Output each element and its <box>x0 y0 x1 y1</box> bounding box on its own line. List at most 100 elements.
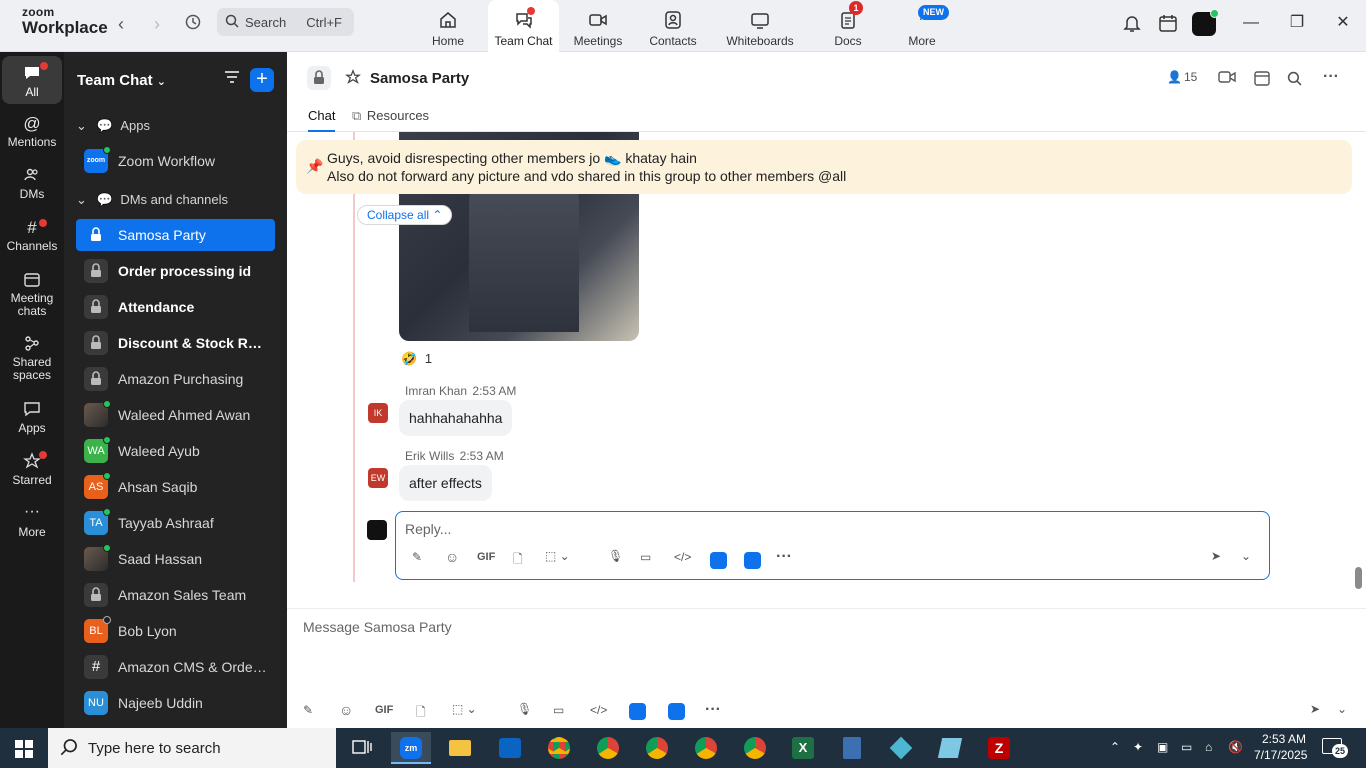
tray-app-icon[interactable]: ✦ <box>1133 740 1143 754</box>
search-box[interactable]: Search Ctrl+F <box>217 8 354 36</box>
send-icon[interactable]: ➤ <box>1211 549 1221 563</box>
app-icon-2[interactable] <box>668 703 685 720</box>
section-apps[interactable]: ⌄ 💬 Apps <box>76 118 150 134</box>
tab-chat[interactable]: Chat <box>308 108 336 132</box>
filter-icon[interactable] <box>224 69 240 90</box>
search-icon[interactable] <box>1287 71 1302 89</box>
sidebar-item[interactable]: WA Waleed Ayub <box>76 435 275 467</box>
notification-center-icon[interactable]: 25 <box>1322 738 1348 758</box>
video-clip-icon[interactable]: ▭ <box>640 550 651 564</box>
sidebar-item[interactable]: # Amazon CMS & OrderA... <box>76 651 275 683</box>
rail-meeting-chats[interactable]: Meeting chats <box>2 270 62 318</box>
message-author[interactable]: Erik Wills <box>405 449 454 463</box>
message-composer[interactable]: Message Samosa Party ✎ ☺ GIF 🗋 ⬚ ⌄ 🎙 ▭ <… <box>287 608 1366 728</box>
message-bubble[interactable]: after effects <box>399 465 492 501</box>
section-dms-channels[interactable]: ⌄ 💬 DMs and channels <box>76 192 228 208</box>
send-options-chevron-icon[interactable]: ⌄ <box>1241 549 1251 563</box>
message-bubble[interactable]: hahhahahahha <box>399 400 513 436</box>
collapse-all-button[interactable]: Collapse all ⌃ <box>357 205 453 225</box>
sidebar-item[interactable]: Amazon Purchasing <box>76 363 275 395</box>
code-icon[interactable]: </> <box>674 550 691 564</box>
tab-meetings[interactable]: Meetings <box>569 0 627 52</box>
tab-contacts[interactable]: Contacts <box>645 0 701 52</box>
notification-bell-icon[interactable] <box>1121 12 1145 36</box>
sidebar-item[interactable]: Order processing id <box>76 255 275 287</box>
filezilla-icon[interactable]: Z <box>979 732 1019 764</box>
user-avatar[interactable] <box>1192 9 1219 36</box>
restore-icon[interactable]: ❐ <box>1286 12 1308 34</box>
reply-input[interactable]: Reply... ✎ ☺ GIF 🗋 ⬚ ⌄ 🎙 ▭ </> ··· ➤ ⌄ <box>395 511 1270 580</box>
calculator-icon[interactable] <box>832 732 872 764</box>
pinned-message-banner[interactable]: 📌 Guys, avoid disrespecting other member… <box>296 140 1352 194</box>
tab-whiteboards[interactable]: Whiteboards <box>722 0 798 52</box>
outlook-icon[interactable] <box>490 732 530 764</box>
chrome-icon-5[interactable] <box>735 732 775 764</box>
tray-chevron-icon[interactable]: ⌃ <box>1110 740 1120 754</box>
gif-button[interactable]: GIF <box>477 551 495 563</box>
avatar[interactable]: EW <box>368 468 388 488</box>
system-clock[interactable]: 2:53 AM 7/17/2025 <box>1254 731 1307 763</box>
network-icon[interactable]: ⌂ <box>1205 740 1212 754</box>
close-icon[interactable]: ✕ <box>1332 12 1354 34</box>
taskbar-search[interactable]: Type here to search <box>48 728 336 768</box>
gif-button[interactable]: GIF <box>375 704 393 716</box>
battery-icon[interactable]: ▭ <box>1181 740 1192 754</box>
calendar-schedule-icon[interactable] <box>1253 69 1271 90</box>
file-icon[interactable]: 🗋 <box>416 703 426 724</box>
volume-muted-icon[interactable]: 🔇 <box>1228 740 1243 754</box>
forward-arrow-icon[interactable]: › <box>146 13 168 35</box>
rail-shared-spaces[interactable]: Shared spaces <box>2 334 62 382</box>
video-clip-icon[interactable]: ▭ <box>553 703 564 717</box>
sidebar-item[interactable]: TA Tayyab Ashraaf <box>76 507 275 539</box>
microphone-icon[interactable]: 🎙 <box>517 702 532 716</box>
app-icon-2[interactable] <box>744 552 761 569</box>
chrome-icon-2[interactable] <box>588 732 628 764</box>
rail-more[interactable]: ··· More <box>2 504 62 539</box>
emoji-icon[interactable]: ☺ <box>445 549 459 565</box>
history-icon[interactable] <box>182 13 204 35</box>
new-chat-button[interactable]: + <box>250 68 274 92</box>
windows-start-icon[interactable] <box>0 728 48 768</box>
sidebar-item[interactable]: Waleed Ahmed Awan <box>76 399 275 431</box>
tab-team-chat[interactable]: Team Chat <box>488 0 559 52</box>
tray-display-icon[interactable]: ▣ <box>1157 740 1168 754</box>
send-icon[interactable]: ➤ <box>1310 702 1320 716</box>
rail-starred[interactable]: Starred <box>2 451 62 487</box>
reaction[interactable]: 🤣 1 <box>401 351 432 367</box>
format-icon[interactable]: ✎ <box>412 550 422 564</box>
more-tools-icon[interactable]: ··· <box>705 701 721 719</box>
file-icon[interactable]: 🗋 <box>513 550 523 571</box>
scrollbar[interactable] <box>1355 567 1362 589</box>
rail-all[interactable]: All <box>2 56 62 104</box>
rail-dms[interactable]: DMs <box>2 166 62 201</box>
zoom-taskbar-icon[interactable]: zm <box>391 732 431 764</box>
sidebar-item[interactable]: BL Bob Lyon <box>76 615 275 647</box>
more-options-icon[interactable]: ··· <box>1323 68 1339 86</box>
microphone-icon[interactable]: 🎙 <box>608 549 623 563</box>
members-button[interactable]: 👤 15 <box>1167 70 1197 84</box>
sidebar-item[interactable]: Amazon Sales Team <box>76 579 275 611</box>
message-author[interactable]: Imran Khan <box>405 384 467 398</box>
rail-apps[interactable]: Apps <box>2 400 62 435</box>
chrome-icon-1[interactable] <box>539 732 579 764</box>
screenshot-icon[interactable]: ⬚ ⌄ <box>545 549 570 563</box>
star-outline-icon[interactable] <box>344 69 362 90</box>
sidebar-item[interactable]: Discount & Stock Res... <box>76 327 275 359</box>
rail-channels[interactable]: # Channels <box>2 218 62 253</box>
app-icon-1[interactable] <box>710 552 727 569</box>
screenshot-icon[interactable]: ⬚ ⌄ <box>452 702 477 716</box>
tab-home[interactable]: Home <box>418 0 478 52</box>
chrome-icon-4[interactable] <box>686 732 726 764</box>
rail-mentions[interactable]: @ Mentions <box>2 114 62 149</box>
chrome-icon-3[interactable] <box>637 732 677 764</box>
calendar-icon[interactable] <box>1157 12 1181 36</box>
code-icon[interactable]: </> <box>590 703 607 717</box>
file-explorer-icon[interactable] <box>440 732 480 764</box>
sidebar-item[interactable]: AS Ahsan Saqib <box>76 471 275 503</box>
channel-title[interactable]: Samosa Party <box>370 70 469 87</box>
avatar[interactable]: IK <box>368 403 388 423</box>
back-arrow-icon[interactable]: ‹ <box>110 13 132 35</box>
tab-more[interactable]: ·· NEW More <box>900 0 949 52</box>
format-icon[interactable]: ✎ <box>303 703 313 717</box>
app-icon-1[interactable] <box>629 703 646 720</box>
